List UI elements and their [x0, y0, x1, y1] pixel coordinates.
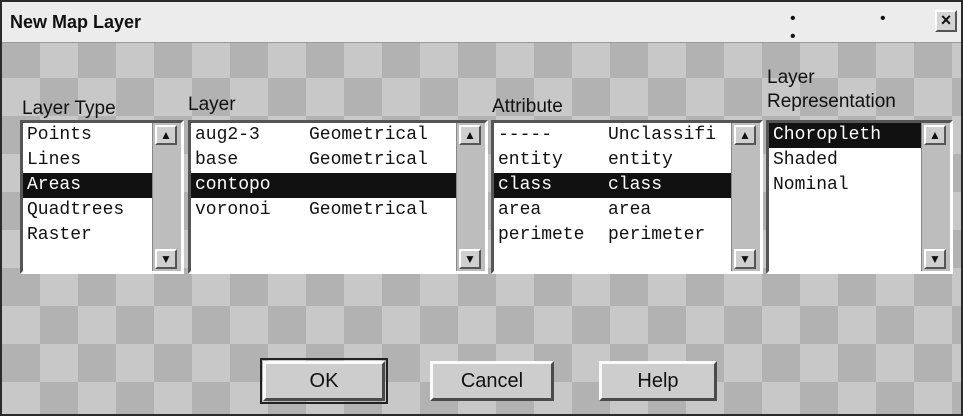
help-button[interactable]: Help [599, 361, 717, 401]
attribute-value: area [608, 200, 652, 220]
down-arrow-icon[interactable]: ▼ [459, 249, 481, 269]
attribute-scrollbar[interactable]: ▲ ▼ [731, 123, 760, 271]
representation-item[interactable]: Nominal [769, 173, 922, 198]
attribute-value: Unclassifi [608, 125, 717, 145]
title-bar[interactable]: New Map Layer • • • × [2, 2, 961, 45]
layer-item[interactable]: aug2-3 Geometrical [191, 123, 457, 148]
down-arrow-icon[interactable]: ▼ [734, 249, 756, 269]
layer-name: base [195, 150, 239, 170]
attribute-name: class [498, 175, 553, 195]
attribute-item[interactable]: ----- Unclassifi [494, 123, 732, 148]
attribute-name: area [498, 200, 542, 220]
layer-type-item[interactable]: Points [23, 123, 153, 148]
representation-scrollbar[interactable]: ▲ ▼ [921, 123, 950, 271]
layer-scrollbar[interactable]: ▲ ▼ [456, 123, 485, 271]
representation-item[interactable]: Shaded [769, 148, 922, 173]
layer-item[interactable]: voronoi Geometrical [191, 198, 457, 223]
down-arrow-icon[interactable]: ▼ [155, 249, 177, 269]
attribute-label: Attribute [492, 96, 563, 117]
up-arrow-icon[interactable]: ▲ [155, 125, 177, 145]
representation-item[interactable]: Choropleth [769, 123, 922, 148]
layer-name: voronoi [195, 200, 271, 220]
attribute-item[interactable]: perimete perimeter [494, 223, 732, 248]
attribute-list[interactable]: ----- Unclassifi entity entity class class are… [491, 120, 763, 274]
attribute-name: entity [498, 150, 563, 170]
attribute-item[interactable]: area area [494, 198, 732, 223]
ok-button[interactable]: OK [260, 358, 388, 404]
layer-type: Geometrical [309, 200, 428, 220]
layer-type-label: Layer Type [22, 98, 116, 119]
up-arrow-icon[interactable]: ▲ [924, 125, 946, 145]
layer-type-list[interactable]: Points Lines Areas Quadtrees Raster ▲ ▼ [20, 120, 184, 274]
representation-list[interactable]: Choropleth Shaded Nominal ▲ ▼ [766, 120, 953, 274]
layer-list[interactable]: aug2-3 Geometrical base Geometrical contopo v… [188, 120, 488, 274]
layer-type: Geometrical [309, 125, 428, 145]
representation-label-line1: Layer [767, 67, 815, 88]
attribute-value: perimeter [608, 225, 706, 245]
attribute-value: class [608, 175, 663, 195]
layer-name: contopo [195, 175, 271, 195]
layer-name: aug2-3 [195, 125, 260, 145]
new-map-layer-dialog: New Map Layer • • • × Layer Type Layer A… [0, 0, 963, 416]
layer-type-item[interactable]: Areas [23, 173, 153, 198]
attribute-item[interactable]: class class [494, 173, 732, 198]
layer-item[interactable]: contopo [191, 173, 457, 198]
layer-type-item[interactable]: Lines [23, 148, 153, 173]
down-arrow-icon[interactable]: ▼ [924, 249, 946, 269]
attribute-name: ----- [498, 125, 553, 145]
cancel-button[interactable]: Cancel [430, 361, 554, 401]
up-arrow-icon[interactable]: ▲ [459, 125, 481, 145]
attribute-value: entity [608, 150, 673, 170]
layer-type: Geometrical [309, 150, 428, 170]
layer-label: Layer [188, 94, 236, 115]
layer-type-item[interactable]: Quadtrees [23, 198, 153, 223]
layer-type-scrollbar[interactable]: ▲ ▼ [152, 123, 181, 271]
close-button[interactable]: × [935, 10, 957, 32]
up-arrow-icon[interactable]: ▲ [734, 125, 756, 145]
attribute-item[interactable]: entity entity [494, 148, 732, 173]
window-title: New Map Layer [10, 12, 142, 32]
attribute-name: perimete [498, 225, 585, 245]
representation-label-line2: Representation [767, 91, 896, 112]
layer-type-item[interactable]: Raster [23, 223, 153, 248]
layer-item[interactable]: base Geometrical [191, 148, 457, 173]
